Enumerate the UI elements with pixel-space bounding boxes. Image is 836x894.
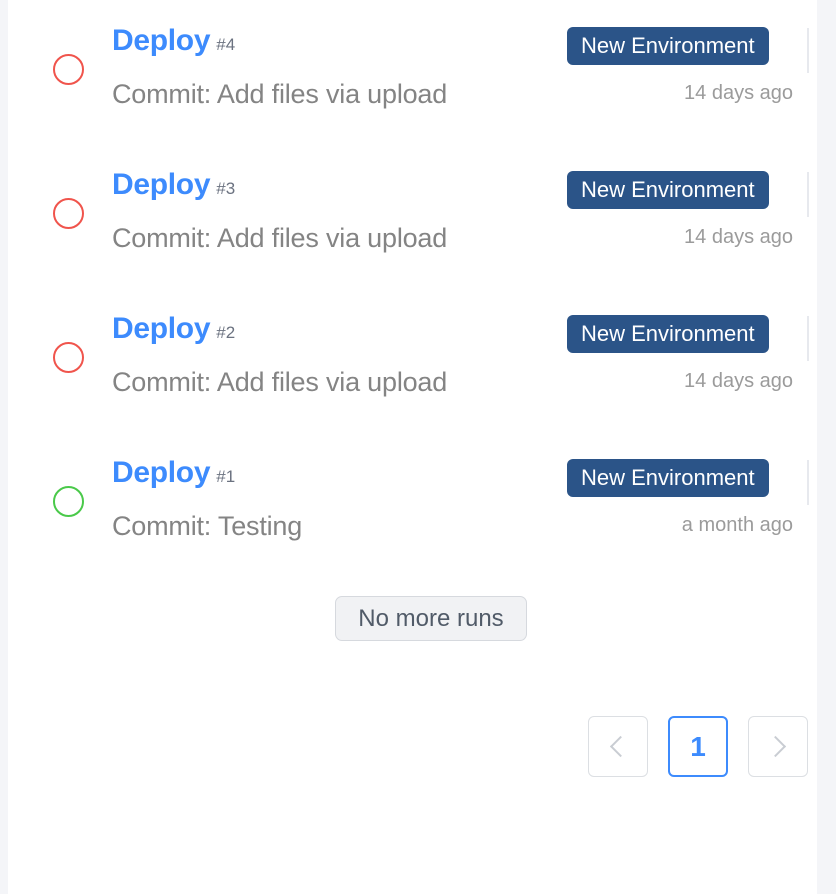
- run-name[interactable]: Deploy: [112, 168, 211, 201]
- run-timestamp: 14 days ago: [684, 82, 793, 104]
- run-list-item[interactable]: Deploy #3 Commit: Add files via upload Ne…: [8, 144, 817, 288]
- pagination-prev-button[interactable]: [588, 716, 648, 777]
- run-number: #1: [216, 467, 236, 486]
- pagination: 1: [588, 716, 808, 777]
- run-commit-message: Commit: Testing: [112, 511, 303, 541]
- chevron-left-icon: [609, 735, 632, 758]
- run-name[interactable]: Deploy: [112, 24, 211, 57]
- pagination-page-1[interactable]: 1: [668, 716, 728, 777]
- run-commit-message: Commit: Add files via upload: [112, 367, 448, 397]
- row-divider: [807, 172, 809, 217]
- run-number: #4: [216, 35, 236, 54]
- environment-badge[interactable]: New Environment: [567, 459, 769, 497]
- run-timestamp: 14 days ago: [684, 226, 793, 248]
- runs-card: Deploy #4 Commit: Add files via upload Ne…: [8, 0, 817, 894]
- run-timestamp: a month ago: [681, 514, 793, 536]
- pagination-next-button[interactable]: [748, 716, 808, 777]
- row-divider: [807, 460, 809, 505]
- runs-list: Deploy #4 Commit: Add files via upload Ne…: [8, 0, 817, 576]
- circle-outline-failed-icon: [53, 198, 84, 229]
- page-right-gutter: [817, 0, 836, 894]
- run-list-item[interactable]: Deploy #4 Commit: Add files via upload Ne…: [8, 0, 817, 144]
- run-title[interactable]: Deploy #4: [112, 26, 235, 56]
- run-commit-message: Commit: Add files via upload: [112, 223, 448, 253]
- environment-badge[interactable]: New Environment: [567, 27, 769, 65]
- run-name[interactable]: Deploy: [112, 456, 211, 489]
- run-list-item[interactable]: Deploy #1 Commit: Testing New Environment…: [8, 432, 817, 576]
- run-timestamp: 14 days ago: [684, 370, 793, 392]
- row-divider: [807, 28, 809, 73]
- run-commit-message: Commit: Add files via upload: [112, 79, 448, 109]
- no-more-runs-button[interactable]: No more runs: [335, 596, 527, 641]
- row-divider: [807, 316, 809, 361]
- environment-badge[interactable]: New Environment: [567, 315, 769, 353]
- run-name[interactable]: Deploy: [112, 312, 211, 345]
- run-number: #3: [216, 179, 236, 198]
- run-title[interactable]: Deploy #3: [112, 170, 235, 200]
- run-title[interactable]: Deploy #2: [112, 314, 235, 344]
- run-list-item[interactable]: Deploy #2 Commit: Add files via upload Ne…: [8, 288, 817, 432]
- circle-outline-failed-icon: [53, 54, 84, 85]
- deployments-page: Deploy #4 Commit: Add files via upload Ne…: [0, 0, 836, 894]
- circle-outline-success-icon: [53, 486, 84, 517]
- environment-badge[interactable]: New Environment: [567, 171, 769, 209]
- circle-outline-failed-icon: [53, 342, 84, 373]
- chevron-right-icon: [764, 735, 787, 758]
- run-title[interactable]: Deploy #1: [112, 458, 235, 488]
- run-number: #2: [216, 323, 236, 342]
